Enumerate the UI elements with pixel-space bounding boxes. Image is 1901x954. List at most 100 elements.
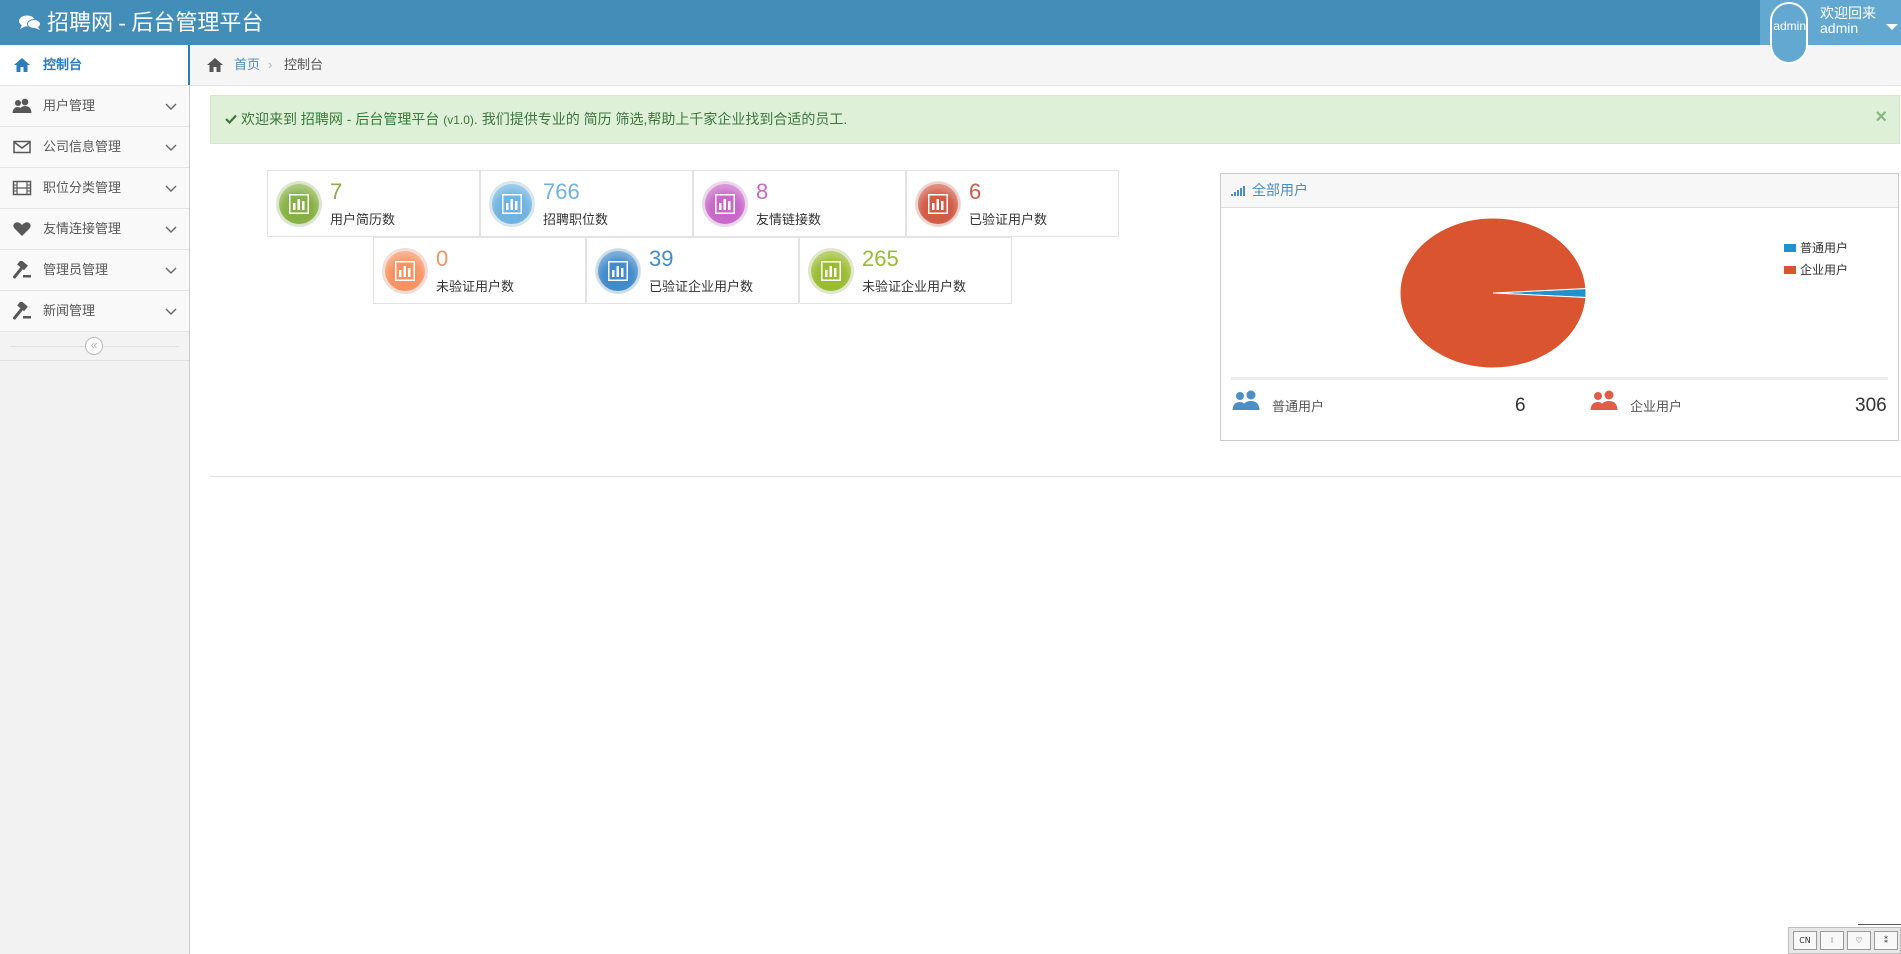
navbar: 招聘网 - 后台管理平台 admin 欢迎回来 admin xyxy=(0,0,1901,64)
stat-tile: 6 已验证用户数 xyxy=(906,170,1119,237)
divider xyxy=(1231,377,1888,380)
widget-header: 全部用户 xyxy=(1221,174,1898,208)
chart-legend: 普通用户 企业用户 xyxy=(1784,237,1848,281)
stat-label: 招聘职位数 xyxy=(543,212,609,227)
check-icon xyxy=(225,114,237,124)
bar-chart-icon xyxy=(383,249,427,293)
stat-label: 用户简历数 xyxy=(330,212,396,227)
bar-chart-icon xyxy=(809,249,853,293)
close-alert-button[interactable]: × xyxy=(1875,106,1887,129)
alert-version: (v1.0) xyxy=(443,113,474,127)
ime-language-button[interactable]: CN xyxy=(1793,931,1817,950)
stat-tile: 0 未验证用户数 xyxy=(373,237,586,304)
alert-middle: . 我们提供专业的 xyxy=(473,111,580,127)
divider xyxy=(210,476,1901,477)
sidebar-item-job-categories[interactable]: 职位分类管理 xyxy=(0,168,189,209)
chevron-down-icon xyxy=(165,103,177,110)
sidebar-item-news[interactable]: 新闻管理 xyxy=(0,291,189,332)
stat-value: 265 xyxy=(862,246,899,271)
stat-tile: 8 友情链接数 xyxy=(693,170,906,237)
stat-value: 766 xyxy=(543,179,580,204)
ime-settings-button[interactable]: ⁑ xyxy=(1874,931,1898,950)
stat-label: 已验证用户数 xyxy=(969,212,1048,227)
stat-label: 已验证企业用户数 xyxy=(649,279,754,294)
bar-chart-icon xyxy=(490,182,534,226)
user-info[interactable]: 欢迎回来 admin xyxy=(1820,6,1876,36)
stat-label: 未验证企业用户数 xyxy=(862,279,967,294)
breadcrumb-separator: › xyxy=(268,57,273,72)
summary-label: 企业用户 xyxy=(1630,399,1683,414)
users-icon xyxy=(12,98,32,113)
sidebar-item-label: 用户管理 xyxy=(43,98,96,113)
bar-chart-icon xyxy=(596,249,640,293)
stat-value: 39 xyxy=(649,246,674,271)
stat-label: 友情链接数 xyxy=(756,212,822,227)
summary-value: 306 xyxy=(1855,395,1887,416)
users-icon xyxy=(1590,390,1618,410)
comments-icon xyxy=(19,15,41,30)
stat-value: 6 xyxy=(969,179,982,204)
sidebar-item-admins[interactable]: 管理员管理 xyxy=(0,250,189,291)
stat-tile: 7 用户简历数 xyxy=(267,170,480,237)
heart-icon xyxy=(13,222,31,236)
bar-chart-icon xyxy=(703,182,747,226)
all-users-widget: 全部用户 普通用户 企业用户 普通用户 6 企业用户 306 xyxy=(1220,173,1899,441)
sidebar-item-label: 职位分类管理 xyxy=(43,180,122,195)
stat-label: 未验证用户数 xyxy=(436,279,515,294)
sidebar-item-friend-links[interactable]: 友情连接管理 xyxy=(0,209,189,250)
ime-favorite-button[interactable]: ♡ xyxy=(1847,931,1871,950)
bar-chart-icon xyxy=(916,182,960,226)
signal-icon xyxy=(1231,186,1245,196)
chevron-down-icon xyxy=(165,185,177,192)
chevron-down-icon xyxy=(165,267,177,274)
stat-value: 0 xyxy=(436,246,449,271)
ime-toolbar: CN ⁝ ♡ ⁑ xyxy=(1788,927,1901,954)
home-icon xyxy=(14,58,30,72)
sidebar-item-label: 友情连接管理 xyxy=(43,221,122,236)
collapse-sidebar-button[interactable]: « xyxy=(85,337,103,355)
legend-swatch xyxy=(1784,266,1796,274)
breadcrumb-current: 控制台 xyxy=(284,57,324,72)
legend-label: 普通用户 xyxy=(1800,241,1849,255)
widget-title: 全部用户 xyxy=(1252,182,1308,198)
summary-label: 普通用户 xyxy=(1272,399,1325,414)
user-avatar[interactable]: admin xyxy=(1770,2,1808,64)
stat-tile: 39 已验证企业用户数 xyxy=(586,237,799,304)
sidebar-collapse: « xyxy=(0,332,189,361)
brand[interactable]: 招聘网 - 后台管理平台 xyxy=(19,0,263,45)
sidebar-item-dashboard[interactable]: 控制台 xyxy=(0,45,190,86)
legend-item: 普通用户 xyxy=(1784,237,1848,259)
legend-item: 企业用户 xyxy=(1784,259,1848,281)
alert-suffix: 筛选,帮助上千家企业找到合适的员工. xyxy=(615,111,848,127)
chevron-down-icon xyxy=(165,226,177,233)
divider xyxy=(1858,924,1901,925)
pie-chart xyxy=(1399,217,1587,369)
sidebar-item-users[interactable]: 用户管理 xyxy=(0,86,189,127)
stat-value: 8 xyxy=(756,179,769,204)
caret-down-icon[interactable] xyxy=(1886,24,1898,30)
ime-punctuation-button[interactable]: ⁝ xyxy=(1820,931,1844,950)
sidebar-item-label: 新闻管理 xyxy=(43,303,96,318)
user-menu[interactable]: admin 欢迎回来 admin xyxy=(1760,0,1901,64)
stat-tile: 265 未验证企业用户数 xyxy=(799,237,1012,304)
welcome-alert: 欢迎来到 招聘网 - 后台管理平台 (v1.0). 我们提供专业的 简历 筛选,… xyxy=(210,95,1900,144)
chevron-down-icon xyxy=(165,308,177,315)
breadcrumb-home-link[interactable]: 首页 xyxy=(234,45,260,85)
chevron-down-icon xyxy=(165,144,177,151)
alert-text: 欢迎来到 招聘网 - 后台管理平台 (v1.0). 我们提供专业的 简历 筛选,… xyxy=(225,96,847,144)
gavel-icon xyxy=(13,302,31,320)
legend-swatch xyxy=(1784,244,1796,252)
sidebar: 控制台 用户管理 公司信息管理 职位分类管理 友情连接管理 管理员管理 新闻管理… xyxy=(0,45,190,954)
stat-tile: 766 招聘职位数 xyxy=(480,170,693,237)
sidebar-item-label: 管理员管理 xyxy=(43,262,109,277)
summary-value: 6 xyxy=(1515,395,1526,416)
breadcrumb: 首页 › 控制台 xyxy=(190,45,1901,86)
user-name: admin xyxy=(1820,20,1859,36)
alert-prefix: 欢迎来到 xyxy=(241,111,297,127)
sidebar-item-label: 公司信息管理 xyxy=(43,139,122,154)
app-title: 招聘网 - 后台管理平台 xyxy=(47,10,264,35)
sidebar-item-company-info[interactable]: 公司信息管理 xyxy=(0,127,189,168)
bar-chart-icon xyxy=(277,182,321,226)
legend-label: 企业用户 xyxy=(1800,263,1849,277)
envelope-icon xyxy=(13,140,31,154)
